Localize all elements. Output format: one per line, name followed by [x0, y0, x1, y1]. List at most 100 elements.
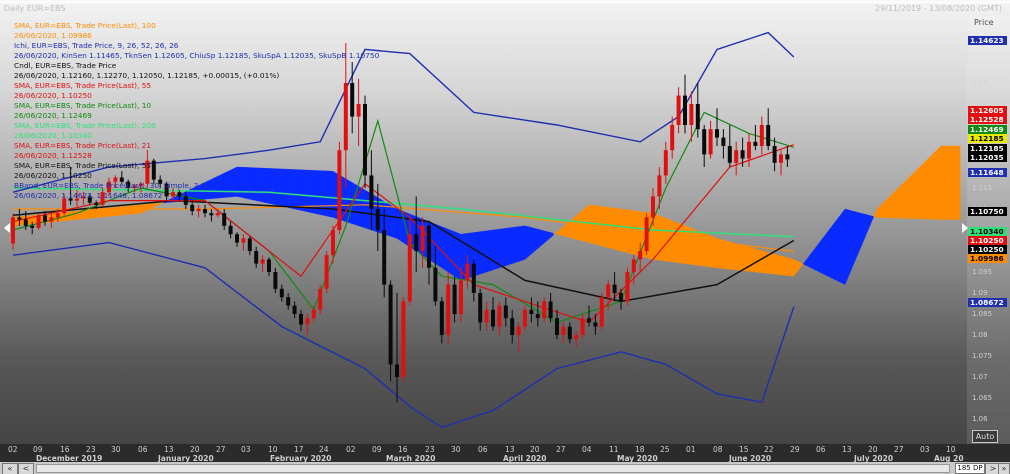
cloud-segment	[748, 246, 753, 272]
cloud-segment	[953, 145, 958, 220]
scroll-prev-button[interactable]: <	[18, 463, 34, 474]
cloud-segment	[156, 202, 161, 206]
cloud-segment	[486, 230, 490, 273]
cloud-segment	[934, 148, 938, 220]
cloud-segment	[659, 215, 663, 261]
cloud-segment	[835, 216, 839, 282]
cloud-segment	[678, 222, 682, 264]
cloud-segment	[131, 205, 135, 215]
candle-body	[689, 104, 694, 125]
cloud-segment	[521, 225, 526, 261]
candle-body	[727, 146, 732, 163]
date-tick-label: 20	[190, 445, 200, 454]
cloud-segment	[604, 206, 609, 248]
cloud-segment	[115, 206, 119, 216]
candle-body	[420, 225, 425, 251]
scroll-first-button[interactable]: «	[2, 463, 18, 474]
price-tick-label: 1.065	[972, 394, 993, 402]
cloud-segment	[915, 167, 919, 219]
date-tick-label: 02	[8, 445, 18, 454]
cloud-segment	[518, 225, 522, 262]
legend-line: 26/06/2020, 1.10340	[14, 131, 92, 140]
cloud-segment	[921, 161, 926, 220]
price-tick-label: 1.075	[972, 352, 993, 360]
cloud-segment	[720, 239, 724, 269]
candle-body	[676, 95, 681, 125]
cloud-segment	[502, 228, 506, 268]
candle-body	[273, 272, 278, 289]
legend-line: 26/06/2020, 1.14623, 1.11648, 1.08672	[14, 191, 163, 200]
date-tick-label: 23	[425, 445, 435, 454]
cloud-segment	[601, 206, 606, 248]
cloud-segment	[892, 189, 897, 219]
cloud-segment	[691, 228, 695, 266]
date-tick-label: 15	[739, 445, 749, 454]
candle-body	[599, 297, 604, 327]
scroll-last-button[interactable]: »	[998, 463, 1010, 474]
candle-body	[94, 202, 99, 205]
date-tick-label: 13	[505, 445, 515, 454]
date-tick-label: 09	[33, 445, 43, 454]
cloud-segment	[860, 212, 865, 247]
candle-body	[311, 309, 316, 319]
candle-body	[766, 125, 771, 146]
auto-scale-button[interactable]: Auto	[972, 430, 998, 443]
candle-body	[478, 293, 483, 323]
cloud-segment	[784, 256, 788, 276]
cloud-segment	[707, 234, 711, 268]
cloud-segment	[864, 213, 868, 240]
candle-body	[247, 238, 252, 251]
date-tick-label: 10	[946, 445, 956, 454]
date-tick-label: 02	[346, 445, 356, 454]
legend-line: SMA, EUR=EBS, Trade Price(Last), 10	[14, 101, 152, 110]
price-tick-label: 1.07	[972, 373, 988, 381]
cloud-segment	[809, 250, 814, 270]
cloud-segment	[854, 211, 858, 262]
cloud-segment	[489, 229, 494, 272]
date-tick-label: 16	[60, 445, 70, 454]
candle-body	[305, 318, 310, 325]
indicator-legend: SMA, EUR=EBS, Trade Price(Last), 100 26/…	[14, 21, 379, 201]
cloud-segment	[95, 208, 100, 218]
cloud-segment	[563, 223, 567, 237]
candle-body	[619, 293, 623, 302]
candle-body	[548, 301, 553, 319]
candle-body	[516, 326, 521, 335]
candle-body	[375, 209, 380, 230]
price-tick-label: 1.115	[972, 184, 993, 192]
cloud-segment	[851, 210, 855, 270]
candle-body	[452, 284, 457, 314]
cloud-segment	[499, 228, 503, 269]
cloud-segment	[672, 220, 676, 263]
candle-body	[241, 238, 246, 243]
cloud-segment	[576, 212, 580, 241]
price-axis-title: Price	[974, 18, 994, 27]
cloud-segment	[838, 212, 842, 284]
candle-body	[779, 154, 783, 163]
cloud-segment	[771, 253, 775, 275]
price-tick-label: 1.06	[972, 415, 988, 423]
candle-body	[529, 309, 534, 314]
price-badge: 1.11648	[968, 168, 1007, 177]
candle-body	[299, 314, 303, 325]
cloud-segment	[92, 208, 97, 219]
cloud-segment	[572, 215, 577, 240]
cloud-segment	[396, 208, 401, 241]
candle-body	[23, 219, 28, 226]
legend-line: SMA, EUR=EBS, Trade Price(Last), 55	[14, 161, 152, 170]
legend-line: Cndl, EUR=EBS, Trade Price	[14, 61, 117, 70]
candle-body	[523, 309, 527, 327]
candle-body	[414, 234, 419, 251]
date-tick-label: 06	[138, 445, 148, 454]
cloud-segment	[143, 204, 148, 212]
cloud-segment	[857, 212, 862, 255]
zoom-level[interactable]: 185 DP	[955, 463, 985, 474]
candle-body	[209, 213, 214, 216]
scroll-thumb[interactable]	[36, 464, 950, 473]
chart-window: Daily EUR=EBS 29/11/2019 - 13/08/2020 (G…	[0, 0, 1010, 474]
cloud-segment	[630, 210, 634, 255]
price-badge: 1.08672	[968, 298, 1007, 307]
date-tick-label: 06	[478, 445, 488, 454]
candle-body	[446, 284, 451, 335]
date-tick-label: 29	[790, 445, 800, 454]
